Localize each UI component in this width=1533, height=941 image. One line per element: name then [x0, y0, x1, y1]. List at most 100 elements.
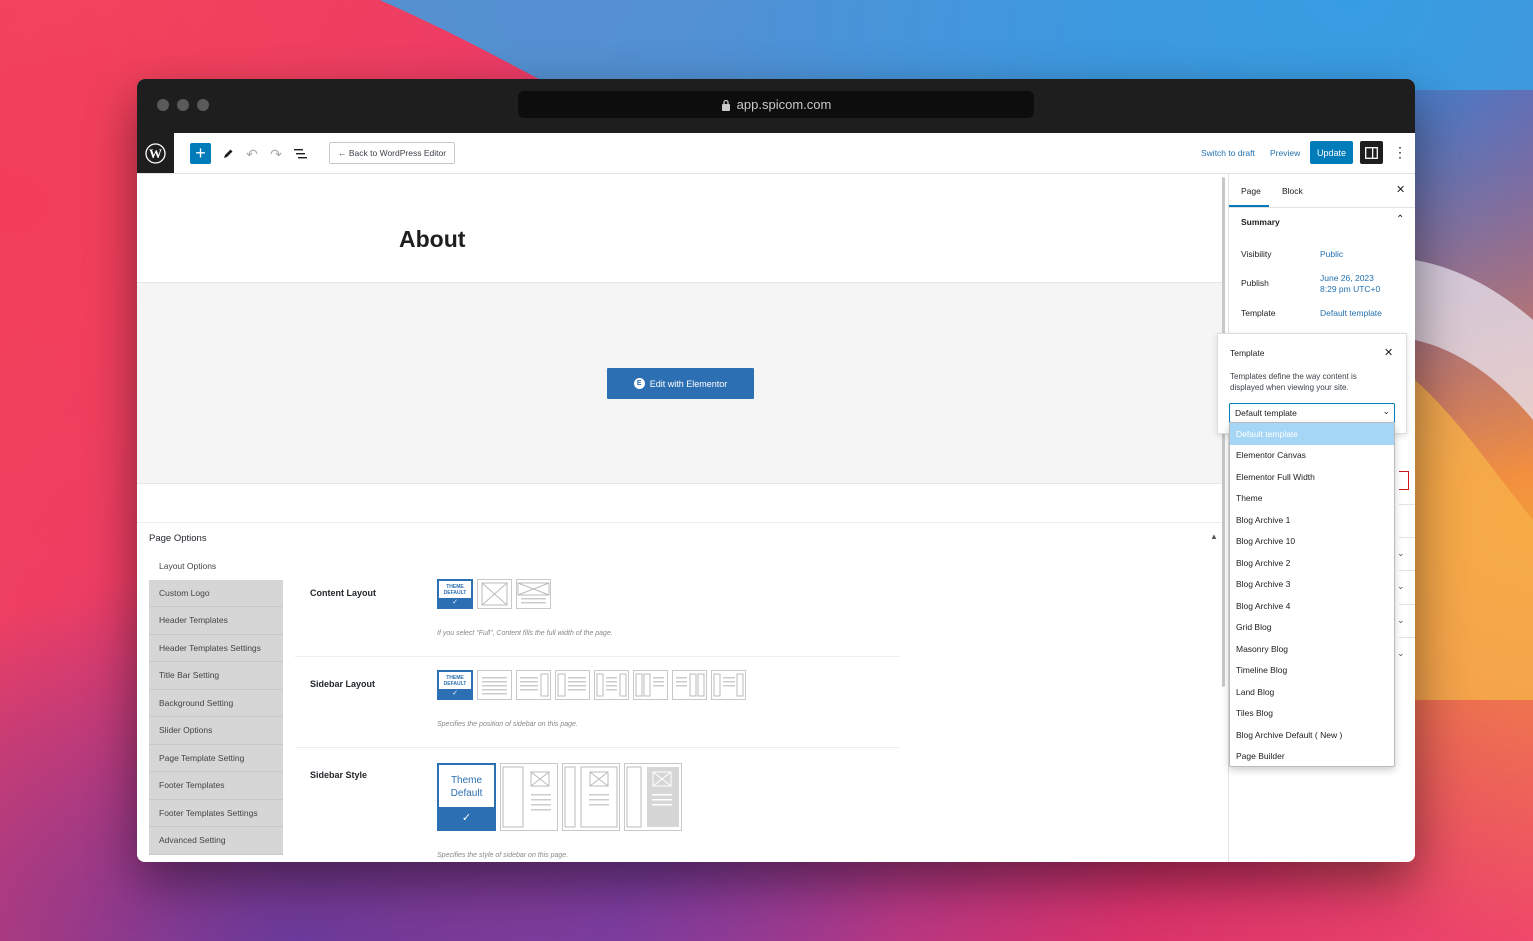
nav-layout-options[interactable]: Layout Options [149, 552, 283, 580]
template-option[interactable]: Blog Archive 1 [1230, 509, 1394, 531]
nav-custom-logo[interactable]: Custom Logo [149, 579, 283, 607]
template-option[interactable]: Blog Archive 4 [1230, 595, 1394, 617]
template-option[interactable]: Page Builder [1230, 746, 1394, 767]
chevron-down-icon[interactable]: ⌄ [1397, 581, 1405, 592]
sidebar-panel-icon [1365, 146, 1378, 159]
sidebar-style-description: Specifies the style of sidebar on this p… [437, 852, 569, 859]
summary-heading[interactable]: Summary [1241, 217, 1280, 227]
preview-link[interactable]: Preview [1270, 148, 1300, 158]
wordpress-icon: W [145, 142, 166, 164]
template-option[interactable]: Elementor Full Width [1230, 466, 1394, 488]
redo-icon[interactable]: ↷ [265, 143, 287, 165]
chevron-down-icon: ⌄ [1382, 406, 1390, 416]
content-layout-theme-default[interactable]: THEME DEFAULT ✓ [437, 579, 473, 609]
window-minimize-dot[interactable] [177, 99, 189, 111]
sidebar-layout-theme-default[interactable]: THEME DEFAULT ✓ [437, 670, 473, 700]
url-text: app.spicom.com [736, 97, 832, 112]
template-select-value: Default template [1235, 408, 1297, 418]
close-icon[interactable]: ✕ [1384, 346, 1393, 359]
settings-toggle-button[interactable] [1360, 141, 1383, 164]
nav-slider-options[interactable]: Slider Options [149, 717, 283, 745]
template-option[interactable]: Grid Blog [1230, 617, 1394, 639]
chevron-down-icon[interactable]: ⌄ [1397, 548, 1405, 559]
sidebar-layout-two-right[interactable] [672, 670, 707, 700]
template-option[interactable]: Blog Archive Default ( New ) [1230, 724, 1394, 746]
tab-block[interactable]: Block [1282, 186, 1303, 196]
nav-footer-templates-settings[interactable]: Footer Templates Settings [149, 799, 283, 827]
template-option[interactable]: Blog Archive 3 [1230, 574, 1394, 596]
content-layout-boxed[interactable] [477, 579, 512, 609]
template-option[interactable]: Land Blog [1230, 681, 1394, 703]
divider [1229, 207, 1415, 208]
nav-header-templates-settings[interactable]: Header Templates Settings [149, 634, 283, 662]
nav-title-bar-setting[interactable]: Title Bar Setting [149, 662, 283, 690]
template-dropdown-list: Default template Elementor Canvas Elemen… [1229, 422, 1395, 767]
chevron-up-icon[interactable]: ⌃ [1396, 214, 1404, 225]
row-divider [295, 656, 899, 657]
content-layout-description: If you select "Full", Content fills the … [437, 630, 613, 637]
window-maximize-dot[interactable] [197, 99, 209, 111]
template-option[interactable]: Blog Archive 10 [1230, 531, 1394, 553]
back-to-wordpress-editor-button[interactable]: ← Back to WordPress Editor [329, 142, 456, 164]
sidebar-style-option-3[interactable] [624, 763, 682, 831]
publish-time: 8:29 pm UTC+0 [1320, 284, 1381, 294]
list-view-icon[interactable] [289, 143, 311, 165]
close-sidebar-icon[interactable]: ✕ [1396, 183, 1405, 196]
edit-with-elementor-button[interactable]: E Edit with Elementor [607, 368, 754, 399]
sidebar-style-theme-label: Theme [450, 775, 483, 786]
divider [1399, 537, 1415, 538]
address-bar[interactable]: app.spicom.com [518, 91, 1034, 118]
sidebar-layout-left-sidebar[interactable] [555, 670, 590, 700]
sidebar-style-option-2[interactable] [562, 763, 620, 831]
wordpress-logo[interactable]: W [137, 133, 174, 173]
nav-background-setting[interactable]: Background Setting [149, 689, 283, 717]
template-option[interactable]: Masonry Blog [1230, 638, 1394, 660]
window-close-dot[interactable] [157, 99, 169, 111]
collapse-caret-icon[interactable]: ▲ [1210, 532, 1218, 541]
sidebar-layout-right-sidebar[interactable] [516, 670, 551, 700]
template-label: Template [1241, 308, 1276, 318]
svg-text:W: W [149, 146, 162, 161]
chevron-down-icon[interactable]: ⌄ [1397, 615, 1405, 626]
template-option[interactable]: Elementor Canvas [1230, 445, 1394, 467]
update-button[interactable]: Update [1310, 141, 1353, 164]
template-option[interactable]: Theme [1230, 488, 1394, 510]
template-value[interactable]: Default template [1320, 308, 1382, 319]
nav-page-template-setting[interactable]: Page Template Setting [149, 744, 283, 772]
sidebar-layout-two-left[interactable] [633, 670, 668, 700]
edit-with-elementor-label: Edit with Elementor [649, 378, 728, 389]
tab-page[interactable]: Page [1241, 186, 1261, 196]
publish-date: June 26, 2023 [1320, 273, 1374, 283]
template-option[interactable]: Default template [1230, 423, 1394, 445]
page-options-nav: Layout Options Custom Logo Header Templa… [149, 552, 283, 855]
sidebar-layout-description: Specifies the position of sidebar on thi… [437, 721, 578, 728]
template-option[interactable]: Blog Archive 2 [1230, 552, 1394, 574]
edit-pencil-icon[interactable] [217, 143, 239, 165]
sidebar-style-option-1[interactable] [500, 763, 558, 831]
template-option[interactable]: Tiles Blog [1230, 703, 1394, 725]
visibility-value[interactable]: Public [1320, 249, 1343, 260]
sidebar-layout-no-sidebar[interactable] [477, 670, 512, 700]
sidebar-layout-both-sidebars[interactable] [594, 670, 629, 700]
undo-icon[interactable]: ↶ [241, 143, 263, 165]
more-options-icon[interactable]: ⋮ [1393, 143, 1407, 163]
nav-advanced-setting[interactable]: Advanced Setting [149, 827, 283, 855]
divider [1399, 637, 1415, 638]
publish-value[interactable]: June 26, 2023 8:29 pm UTC+0 [1320, 273, 1380, 295]
lock-icon [721, 99, 730, 111]
template-select[interactable]: Default template ⌄ [1229, 403, 1395, 423]
add-block-button[interactable]: + [190, 143, 211, 164]
page-title[interactable]: About [399, 226, 465, 253]
chevron-down-icon[interactable]: ⌄ [1397, 648, 1405, 659]
nav-footer-templates[interactable]: Footer Templates [149, 772, 283, 800]
nav-header-templates[interactable]: Header Templates [149, 607, 283, 635]
template-popover: Template ✕ Templates define the way cont… [1217, 333, 1407, 434]
content-layout-full[interactable] [516, 579, 551, 609]
editor-canvas: About E Edit with Elementor Page Options… [137, 174, 1225, 862]
template-option[interactable]: Timeline Blog [1230, 660, 1394, 682]
sidebar-style-theme-default[interactable]: Theme Default ✓ [437, 763, 496, 831]
sidebar-layout-variant-a[interactable] [711, 670, 746, 700]
content-layout-default-label: DEFAULT [443, 590, 467, 596]
check-icon: ✓ [439, 807, 494, 829]
switch-to-draft-link[interactable]: Switch to draft [1201, 148, 1255, 158]
